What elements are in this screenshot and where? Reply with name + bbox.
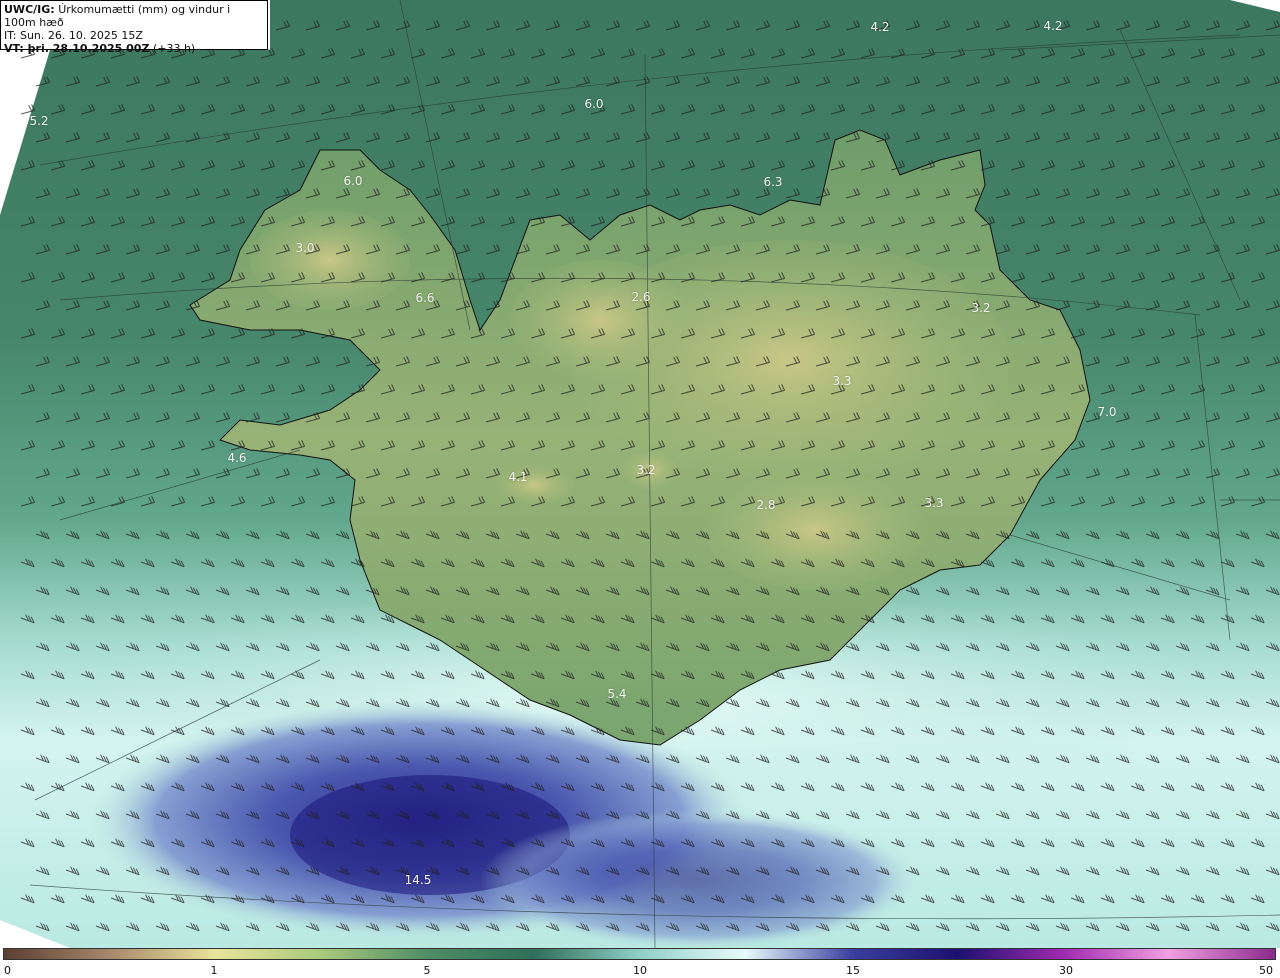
precip-value-label: 7.0: [1097, 405, 1117, 419]
colorbar: [3, 948, 1276, 960]
title-line: UWC/IG: Úrkomumætti (mm) og vindur i 100…: [4, 3, 264, 29]
precip-value-label: 5.4: [607, 687, 627, 701]
precip-value-label: 2.6: [631, 290, 651, 304]
precip-value-label: 6.0: [343, 174, 363, 188]
map-info-box: UWC/IG: Úrkomumætti (mm) og vindur i 100…: [0, 0, 268, 55]
colorbar-legend: 0 1 5 10 15 30 50: [0, 948, 1280, 978]
precip-value-label: 6.6: [415, 291, 435, 305]
precip-value-label: 14.5: [404, 873, 432, 887]
colorbar-tick: 50: [1259, 964, 1273, 977]
lead-time: (+33 h): [152, 42, 196, 55]
precip-value-label: 4.1: [508, 470, 528, 484]
precip-value-label: 3.2: [636, 463, 656, 477]
precip-value-label: 2.8: [756, 498, 776, 512]
precip-value-label: 3.3: [832, 374, 852, 388]
precipitation-map: 4.2 4.2 5.2 6.0 6.0 6.3 3.0 6.6 2.6 3.2 3.3 7.0 4.6 4…: [0, 0, 1280, 948]
init-time: IT: Sun. 26. 10. 2025 15Z: [4, 29, 143, 42]
colorbar-tick: 30: [1059, 964, 1073, 977]
precip-value-label: 3.3: [924, 496, 944, 510]
valid-time-line: VT: þri. 28.10.2025 00Z (+33 h): [4, 42, 264, 55]
precip-value-label: 3.0: [295, 241, 315, 255]
product-name: UWC/IG:: [4, 3, 55, 16]
precip-value-label: 4.6: [227, 451, 247, 465]
precip-value-label: 6.3: [763, 175, 783, 189]
precip-value-label: 6.0: [584, 97, 604, 111]
precip-value-label: 3.2: [971, 301, 991, 315]
precip-value-label: 4.2: [1043, 19, 1063, 33]
valid-time: VT: þri. 28.10.2025 00Z: [4, 42, 150, 55]
colorbar-tick: 5: [423, 964, 431, 977]
colorbar-tick: 10: [633, 964, 647, 977]
precip-value-label: 4.2: [870, 20, 890, 34]
colorbar-tick: 15: [846, 964, 860, 977]
colorbar-tick: 0: [4, 964, 11, 977]
colorbar-tick: 1: [210, 964, 218, 977]
precip-value-label: 5.2: [29, 114, 49, 128]
